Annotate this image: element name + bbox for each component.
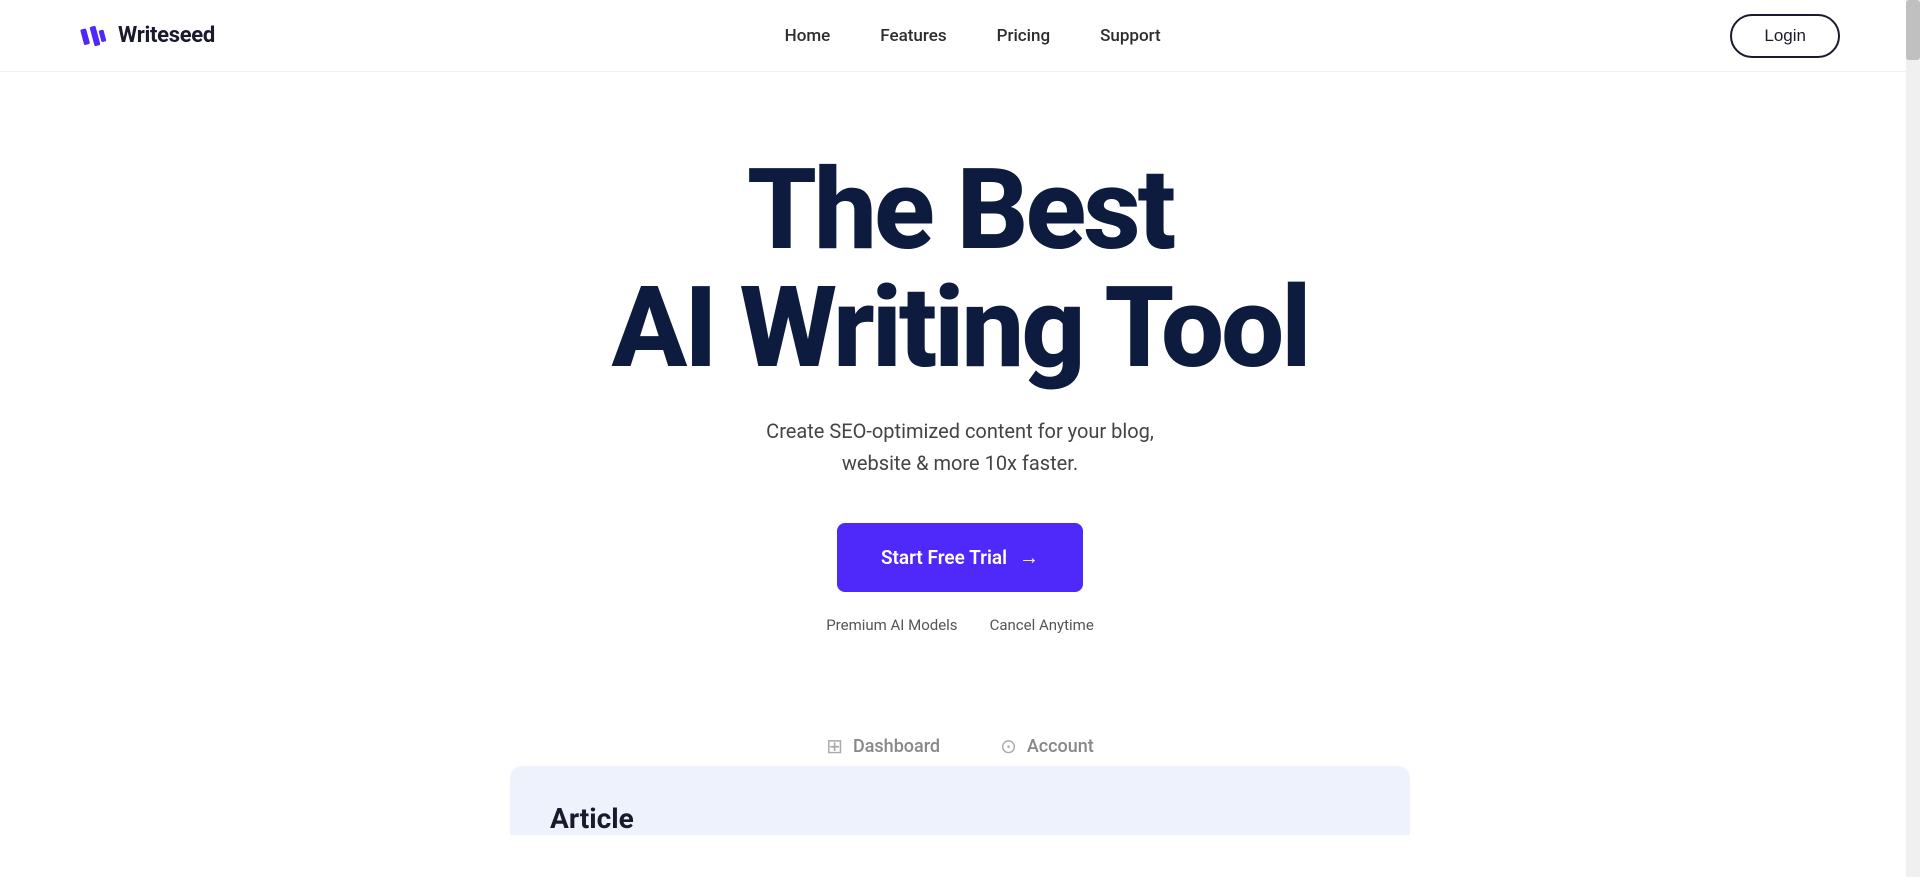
nav-pricing[interactable]: Pricing <box>997 26 1051 46</box>
tab-account-label: Account <box>1027 736 1094 757</box>
cta-label: Start Free Trial <box>881 546 1007 569</box>
hero-title-line1: The Best <box>747 145 1173 276</box>
logo-icon <box>80 22 108 50</box>
nav-home[interactable]: Home <box>785 26 831 46</box>
hero-section: The Best AI Writing Tool Create SEO-opti… <box>0 72 1920 694</box>
tab-account[interactable]: ⊙ Account <box>1000 734 1094 758</box>
nav-features[interactable]: Features <box>880 26 946 46</box>
hero-title: The Best AI Writing Tool <box>612 152 1309 387</box>
navbar: Writeseed Home Features Pricing Support … <box>0 0 1920 72</box>
brand-logo[interactable]: Writeseed <box>80 22 215 50</box>
nav-support[interactable]: Support <box>1100 26 1161 46</box>
login-button[interactable]: Login <box>1730 14 1840 58</box>
tab-dashboard-label: Dashboard <box>853 736 940 757</box>
dashboard-icon: ⊞ <box>826 734 843 758</box>
cta-button[interactable]: Start Free Trial → <box>837 523 1083 592</box>
hero-badge-1: Premium AI Models <box>826 616 957 634</box>
hero-subtitle: Create SEO-optimized content for your bl… <box>750 415 1170 479</box>
brand-name: Writeseed <box>118 23 215 48</box>
hero-title-line2: AI Writing Tool <box>612 263 1309 394</box>
hero-badge-2: Cancel Anytime <box>990 616 1094 634</box>
hero-badges: Premium AI Models Cancel Anytime <box>826 616 1094 634</box>
account-icon: ⊙ <box>1000 734 1017 758</box>
scrollbar-thumb[interactable] <box>1906 0 1920 60</box>
nav-links: Home Features Pricing Support <box>785 26 1161 46</box>
scrollbar[interactable] <box>1906 0 1920 877</box>
tab-dashboard[interactable]: ⊞ Dashboard <box>826 734 940 758</box>
cta-arrow-icon: → <box>1019 545 1039 570</box>
article-heading: Article <box>550 802 1370 835</box>
bottom-tabs: ⊞ Dashboard ⊙ Account <box>826 734 1094 758</box>
bottom-section: ⊞ Dashboard ⊙ Account Article <box>0 734 1920 835</box>
article-panel: Article <box>510 766 1410 835</box>
